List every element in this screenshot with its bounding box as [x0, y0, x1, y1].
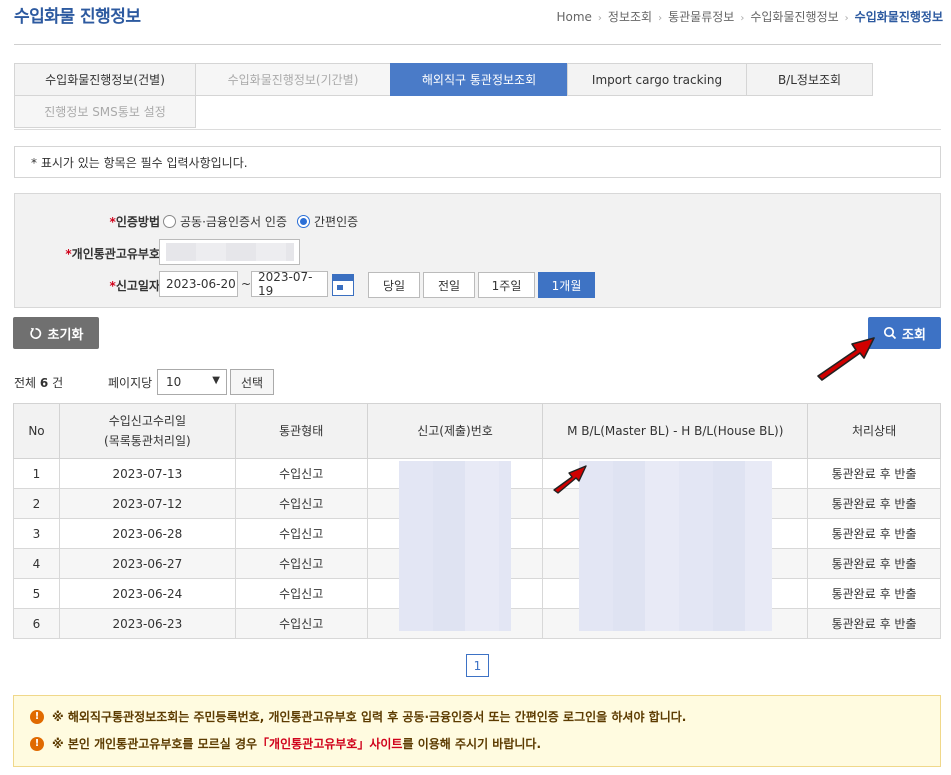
search-form: *인증방법 공동·금융인증서 인증 간편인증 *개인통관고유부호 *신고일자 2… [14, 193, 941, 308]
period-week-button[interactable]: 1주일 [478, 272, 535, 298]
redacted-bl-numbers [579, 461, 772, 631]
col-no: No [13, 403, 60, 459]
date-range-separator: ~ [241, 277, 252, 291]
col-accept-date: 수입신고수리일 (목록통관처리일) [58, 403, 236, 459]
calendar-icon[interactable] [332, 274, 354, 296]
cell-accept-date: 2023-07-12 [58, 488, 236, 519]
tab-import-cargo-tracking[interactable]: Import cargo tracking [567, 63, 747, 96]
cell-no: 3 [13, 518, 60, 549]
search-icon [883, 326, 897, 340]
radio-unchecked-icon [163, 215, 176, 228]
chevron-down-icon: ▼ [212, 375, 220, 386]
tab-import-cargo-period[interactable]: 수입화물진행정보(기간별) [195, 63, 391, 96]
info-line-2: ! ※ 본인 개인통관고유부호를 모르실 경우 「개인통관고유부호」사이트 를 … [30, 735, 924, 752]
breadcrumb-item[interactable]: 정보조회 [608, 8, 652, 25]
cell-accept-date: 2023-06-27 [58, 548, 236, 579]
annotation-arrow-icon [817, 337, 875, 381]
cell-accept-date: 2023-06-23 [58, 608, 236, 639]
date-from-input[interactable]: 2023-06-20 [159, 271, 238, 297]
auth-option-certificate[interactable]: 공동·금융인증서 인증 [163, 213, 287, 230]
chevron-right-icon: › [740, 13, 745, 24]
pccc-label: *개인통관고유부호 [65, 247, 160, 261]
report-date-label: *신고일자 [109, 279, 160, 293]
cell-no: 5 [13, 578, 60, 609]
tab-overseas-direct-purchase[interactable]: 해외직구 통관정보조회 [390, 63, 568, 96]
info-line-1: ! ※ 해외직구통관정보조회는 주민등록번호, 개인통관고유부호 입력 후 공동… [30, 708, 924, 725]
per-page-apply-button[interactable]: 선택 [230, 369, 274, 395]
chevron-right-icon: › [844, 13, 849, 24]
cell-status: 통관완료 후 반출 [807, 518, 941, 549]
col-report-number: 신고(제출)번호 [366, 403, 544, 459]
col-clearance-type: 통관형태 [234, 403, 368, 459]
period-month-button[interactable]: 1개월 [538, 272, 595, 298]
cell-accept-date: 2023-06-24 [58, 578, 236, 609]
exclamation-icon: ! [30, 736, 44, 751]
cell-clearance-type: 수입신고 [234, 518, 368, 549]
cell-status: 통관완료 후 반출 [807, 488, 941, 519]
period-today-button[interactable]: 당일 [368, 272, 420, 298]
refresh-icon [29, 327, 41, 339]
cell-status: 통관완료 후 반출 [807, 548, 941, 579]
col-bl-number: M B/L(Master BL) - H B/L(House BL)) [542, 403, 809, 459]
cell-clearance-type: 수입신고 [234, 548, 368, 579]
page-title: 수입화물 진행정보 [14, 7, 141, 27]
cell-status: 통관완료 후 반출 [807, 608, 941, 639]
tab-sms-notification[interactable]: 진행정보 SMS통보 설정 [14, 95, 196, 128]
cell-accept-date: 2023-07-13 [58, 458, 236, 489]
col-status: 처리상태 [807, 403, 941, 459]
cell-clearance-type: 수입신고 [234, 458, 368, 489]
tab-import-cargo-single[interactable]: 수입화물진행정보(건별) [14, 63, 196, 96]
chevron-right-icon: › [658, 13, 663, 24]
tab-divider [14, 129, 941, 130]
pccc-site-link[interactable]: 「개인통관고유부호」사이트 [257, 735, 402, 752]
reset-button[interactable]: 초기화 [13, 317, 99, 349]
cell-no: 2 [13, 488, 60, 519]
total-count: 전체 6 건 [14, 376, 64, 390]
info-notice-box: ! ※ 해외직구통관정보조회는 주민등록번호, 개인통관고유부호 입력 후 공동… [13, 695, 941, 767]
cell-accept-date: 2023-06-28 [58, 518, 236, 549]
breadcrumb-item[interactable]: 통관물류정보 [668, 8, 734, 25]
cell-status: 통관완료 후 반출 [807, 458, 941, 489]
annotation-arrow-icon [553, 465, 587, 494]
cell-no: 4 [13, 548, 60, 579]
date-to-input[interactable]: 2023-07-19 [251, 270, 328, 298]
pccc-input[interactable] [159, 239, 300, 265]
per-page-label: 페이지당 [108, 376, 153, 390]
breadcrumb-current: 수입화물진행정보 [854, 10, 943, 24]
breadcrumb-home[interactable]: Home [556, 10, 591, 24]
tab-bl-info[interactable]: B/L정보조회 [746, 63, 873, 96]
cell-clearance-type: 수입신고 [234, 608, 368, 639]
auth-method-label: *인증방법 [109, 215, 160, 229]
required-notice: * 표시가 있는 항목은 필수 입력사항입니다. [14, 146, 941, 178]
breadcrumb-item[interactable]: 수입화물진행정보 [750, 8, 838, 25]
exclamation-icon: ! [30, 709, 44, 724]
page-1-button[interactable]: 1 [466, 654, 489, 677]
table-header-row: No 수입신고수리일 (목록통관처리일) 통관형태 신고(제출)번호 M B/L(… [13, 403, 941, 459]
per-page-select[interactable]: 10 ▼ [157, 369, 227, 395]
redacted-report-numbers [399, 461, 511, 631]
cell-clearance-type: 수입신고 [234, 578, 368, 609]
header-divider [14, 44, 941, 45]
cell-clearance-type: 수입신고 [234, 488, 368, 519]
chevron-right-icon: › [597, 13, 602, 24]
breadcrumb: Home › 정보조회 › 통관물류정보 › 수입화물진행정보 › 수입화물진행… [556, 8, 943, 25]
tab-bar: 수입화물진행정보(건별) 수입화물진행정보(기간별) 해외직구 통관정보조회 I… [14, 63, 873, 128]
radio-checked-icon [297, 215, 310, 228]
redacted-value [166, 243, 294, 261]
period-yesterday-button[interactable]: 전일 [423, 272, 475, 298]
cell-no: 1 [13, 458, 60, 489]
cell-status: 통관완료 후 반출 [807, 578, 941, 609]
auth-option-simple[interactable]: 간편인증 [297, 213, 358, 230]
cell-no: 6 [13, 608, 60, 639]
